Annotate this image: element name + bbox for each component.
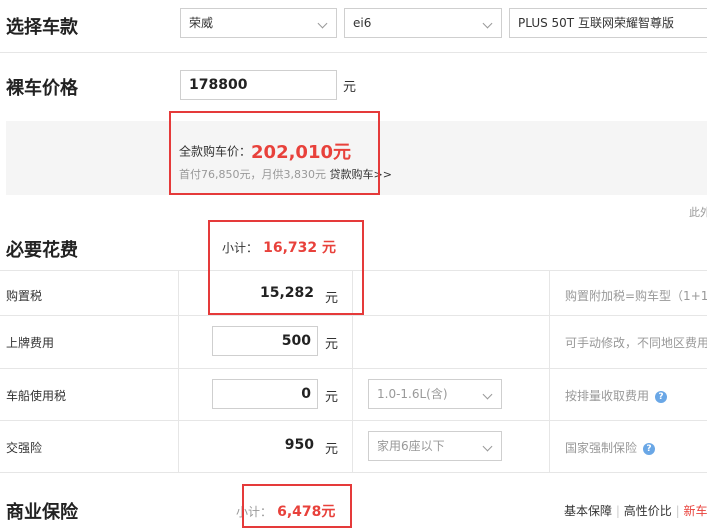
tab-separator: | (615, 504, 620, 518)
compulsory-insurance-note: 国家强制保险 (565, 441, 638, 455)
registration-fee-unit: 元 (325, 337, 339, 352)
tab-separator: | (675, 504, 680, 518)
help-icon[interactable]: ? (643, 442, 656, 455)
chevron-down-icon (482, 441, 493, 452)
highlight-box-commercial (242, 484, 352, 528)
series-select-value: ei6 (353, 16, 372, 30)
registration-fee-note: 可手动修改，不同地区费用 (565, 336, 707, 350)
vehicle-tax-input[interactable]: 0 (212, 379, 318, 409)
model-select-value: PLUS 50T 互联网荣耀智尊版 (518, 16, 674, 30)
highlight-box-required (208, 220, 364, 315)
vehicle-tax-unit: 元 (325, 390, 339, 405)
extra-note: 此外 (689, 206, 707, 219)
model-select[interactable]: PLUS 50T 互联网荣耀智尊版 (509, 8, 707, 38)
divider (0, 52, 707, 53)
vehicle-tax-note-wrap: 按排量收取费用? (565, 387, 668, 404)
seat-class-select-value: 家用6座以下 (377, 439, 445, 453)
row-label-compulsory-insurance: 交强险 (6, 441, 43, 455)
divider (0, 315, 707, 316)
price-unit: 元 (343, 80, 357, 95)
tab-new-car[interactable]: 新车 (683, 504, 707, 518)
displacement-select-value: 1.0-1.6L(含) (377, 387, 448, 401)
tab-value[interactable]: 高性价比 (624, 504, 672, 518)
price-input[interactable]: 178800 (180, 70, 337, 100)
compulsory-insurance-value: 950 (284, 437, 314, 453)
displacement-select[interactable]: 1.0-1.6L(含) (368, 379, 502, 409)
row-label-purchase-tax: 购置税 (6, 289, 43, 303)
required-title: 必要花费 (6, 240, 78, 261)
help-icon[interactable]: ? (655, 390, 668, 403)
select-car-title: 选择车款 (6, 17, 78, 38)
registration-fee-input[interactable]: 500 (212, 326, 318, 356)
brand-select[interactable]: 荣威 (180, 8, 337, 38)
chevron-down-icon (482, 18, 493, 29)
tab-basic[interactable]: 基本保障 (564, 504, 612, 518)
column-divider (549, 270, 550, 472)
column-divider (178, 270, 179, 472)
series-select[interactable]: ei6 (344, 8, 502, 38)
brand-select-value: 荣威 (189, 16, 214, 30)
purchase-tax-note: 购置附加税=购车型（1+17 (565, 289, 707, 303)
divider (0, 420, 707, 421)
divider (0, 368, 707, 369)
row-label-registration: 上牌费用 (6, 336, 55, 350)
compulsory-insurance-note-wrap: 国家强制保险? (565, 439, 656, 456)
insurance-plan-tabs: 基本保障 | 高性价比 | 新车 (564, 502, 707, 519)
chevron-down-icon (482, 389, 493, 400)
price-title: 裸车价格 (6, 78, 78, 99)
row-label-vehicle-tax: 车船使用税 (6, 389, 67, 403)
commercial-title: 商业保险 (6, 502, 78, 523)
divider (0, 472, 707, 473)
highlight-box-total (169, 111, 380, 195)
chevron-down-icon (317, 18, 328, 29)
vehicle-tax-note: 按排量收取费用 (565, 389, 650, 403)
seat-class-select[interactable]: 家用6座以下 (368, 431, 502, 461)
compulsory-insurance-unit: 元 (325, 442, 339, 457)
